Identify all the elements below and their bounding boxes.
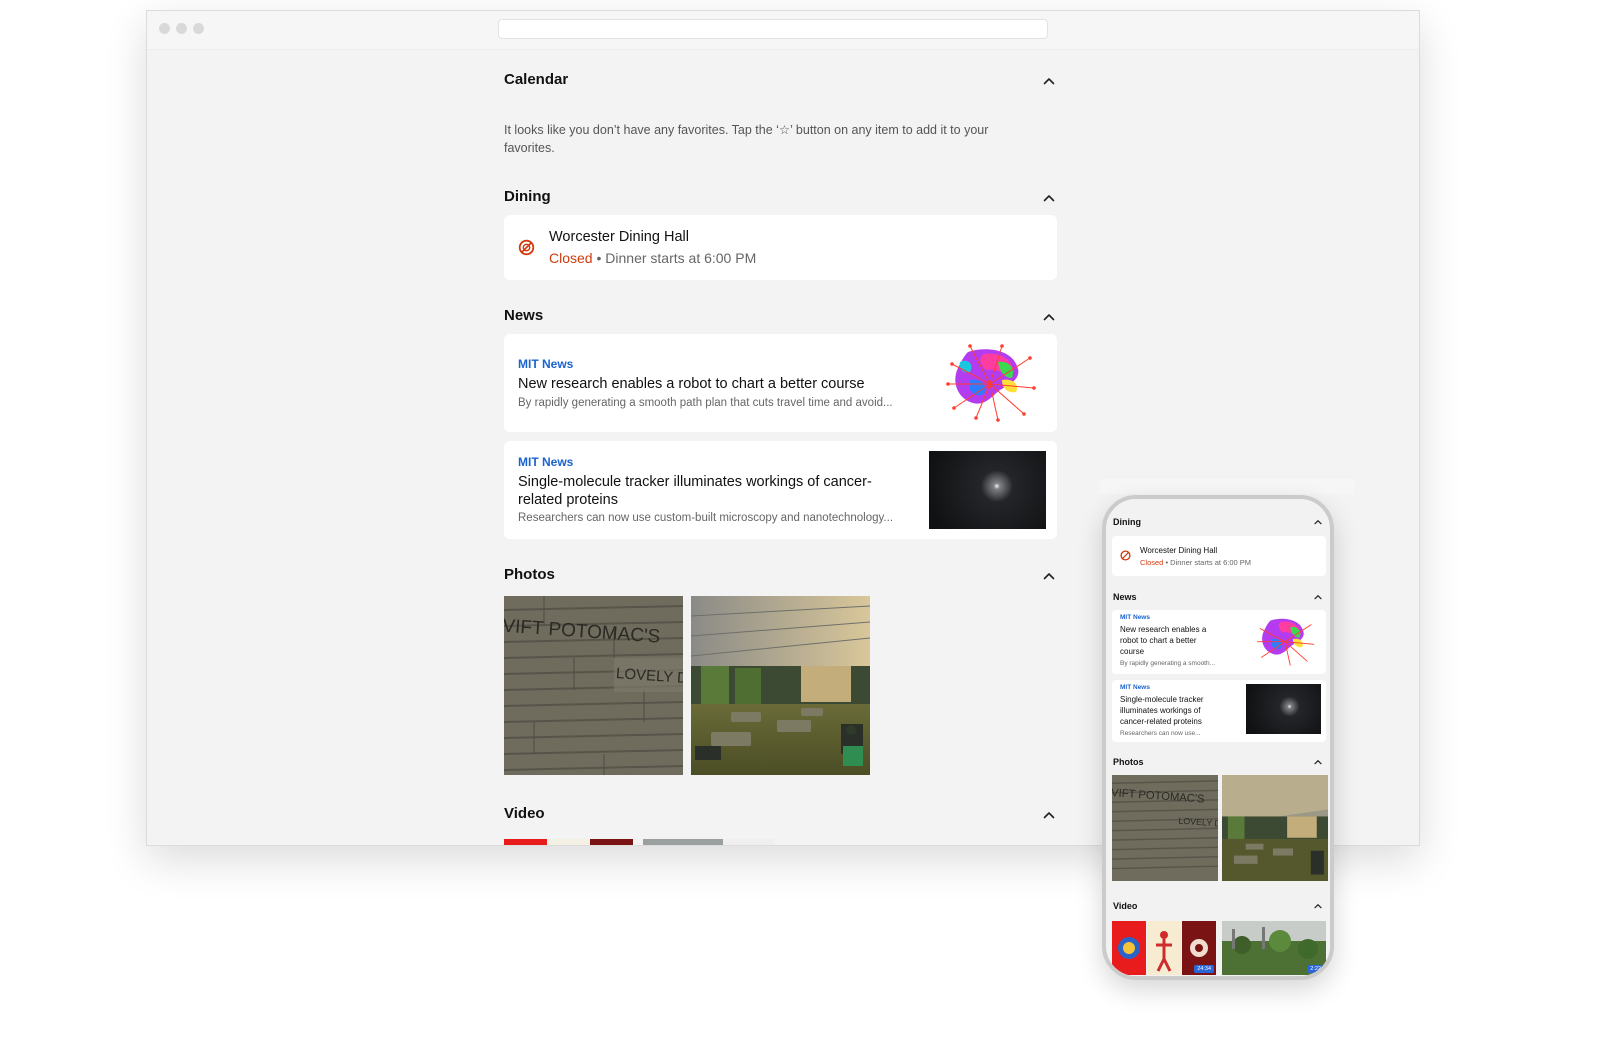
news-summary: Researchers can now use custom-built mic… xyxy=(518,512,894,524)
news-summary: By rapidly generating a smooth... xyxy=(1120,660,1216,667)
microscope-lab-thumbnail xyxy=(1246,684,1321,734)
robot-path-thumbnail xyxy=(1257,618,1315,666)
mobile-dining-title: Dining xyxy=(1113,517,1141,527)
zoom-window-dot[interactable] xyxy=(193,23,204,34)
prohibited-icon xyxy=(1120,550,1131,561)
mobile-news-title: News xyxy=(1113,592,1137,602)
news-section-title: News xyxy=(504,307,544,324)
chevron-up-icon[interactable] xyxy=(1043,192,1055,204)
chevron-up-icon[interactable] xyxy=(1314,902,1322,910)
news-source: MIT News xyxy=(1120,614,1150,621)
news-headline-line: New research enables a xyxy=(1120,625,1207,634)
window-controls xyxy=(159,23,204,34)
calendar-section-header[interactable]: Calendar xyxy=(504,71,1057,95)
news-headline: Single-molecule tracker illuminates work… xyxy=(1120,694,1232,727)
mobile-video-thumbnail[interactable]: 24:34 xyxy=(1112,921,1216,975)
news-headline-line: Single-molecule tracker xyxy=(1120,695,1204,704)
minimize-window-dot[interactable] xyxy=(176,23,187,34)
photos-section-title: Photos xyxy=(504,566,555,583)
news-headline: Single-molecule tracker illuminates work… xyxy=(518,474,872,508)
robot-path-thumbnail xyxy=(946,344,1036,422)
prohibited-icon xyxy=(518,239,535,256)
dinner-time: Dinner starts at 6:00 PM xyxy=(1170,558,1252,567)
mobile-video-thumbnail[interactable]: 2:22 xyxy=(1222,921,1326,975)
status-separator: • xyxy=(592,250,606,266)
address-bar[interactable] xyxy=(498,19,1048,39)
news-section-header[interactable]: News xyxy=(504,307,1057,331)
chevron-up-icon[interactable] xyxy=(1314,593,1322,601)
video-section-title: Video xyxy=(504,805,545,822)
chevron-up-icon[interactable] xyxy=(1043,570,1055,582)
news-item[interactable]: MIT News New research enables a robot to… xyxy=(504,334,1057,432)
dining-hall-status: Closed • Dinner starts at 6:00 PM xyxy=(549,250,756,266)
dining-section-header[interactable]: Dining xyxy=(504,188,1057,212)
video-thumbnails-strip[interactable] xyxy=(504,839,774,845)
dining-hall-name: Worcester Dining Hall xyxy=(549,229,689,245)
dining-section-title: Dining xyxy=(504,188,551,205)
chevron-up-icon[interactable] xyxy=(1314,518,1322,526)
closed-label: Closed xyxy=(1140,558,1164,567)
news-headline: New research enables a robot to chart a … xyxy=(518,376,865,392)
video-section-header[interactable]: Video xyxy=(504,805,1057,829)
news-source: MIT News xyxy=(518,455,574,469)
mobile-dining-status: Closed • Dinner starts at 6:00 PM xyxy=(1140,558,1251,567)
mobile-photos-title: Photos xyxy=(1113,757,1144,767)
closed-label: Closed xyxy=(549,250,593,266)
microscope-lab-thumbnail xyxy=(929,451,1046,529)
news-summary: By rapidly generating a smooth path plan… xyxy=(518,397,893,409)
news-headline-line: robot to chart a better xyxy=(1120,636,1197,645)
news-source: MIT News xyxy=(518,357,574,371)
video-duration-badge: 24:34 xyxy=(1194,965,1214,973)
phone-mockup: Dining Worcester Dining Hall Closed • Di… xyxy=(1102,495,1334,980)
chevron-up-icon[interactable] xyxy=(1043,809,1055,821)
mobile-dining-name: Worcester Dining Hall xyxy=(1140,546,1218,555)
lounge-interior-photo[interactable] xyxy=(1222,775,1328,881)
video-duration-badge: 2:22 xyxy=(1307,965,1324,973)
mobile-news-item[interactable]: MIT News Single-molecule tracker illumin… xyxy=(1112,680,1326,742)
dining-hall-card[interactable]: Worcester Dining Hall Closed • Dinner st… xyxy=(504,215,1057,280)
chevron-up-icon[interactable] xyxy=(1043,311,1055,323)
mobile-video-title: Video xyxy=(1113,901,1138,911)
phone-backdrop-ledge xyxy=(1100,479,1354,494)
close-window-dot[interactable] xyxy=(159,23,170,34)
news-headline-line: illuminates workings of xyxy=(1120,706,1201,715)
news-headline: New research enables a robot to chart a … xyxy=(1120,624,1232,657)
news-source: MIT News xyxy=(1120,684,1150,691)
browser-titlebar xyxy=(147,11,1419,50)
news-summary: Researchers can now use... xyxy=(1120,730,1201,737)
stone-wall-photo[interactable]: VIFT POTOMAC'S LOVELY D xyxy=(1112,775,1218,881)
news-headline-line: course xyxy=(1120,647,1145,656)
dinner-time: Dinner starts at 6:00 PM xyxy=(605,250,757,266)
lounge-interior-photo[interactable] xyxy=(691,596,870,775)
calendar-empty-message: It looks like you don’t have any favorit… xyxy=(504,123,989,155)
mobile-news-item[interactable]: MIT News New research enables a robot to… xyxy=(1112,610,1326,674)
mobile-dining-card[interactable]: Worcester Dining Hall Closed • Dinner st… xyxy=(1112,536,1326,576)
photos-section-header[interactable]: Photos xyxy=(504,566,1057,590)
chevron-up-icon[interactable] xyxy=(1314,758,1322,766)
chevron-up-icon[interactable] xyxy=(1043,75,1055,87)
calendar-section-title: Calendar xyxy=(504,71,569,88)
news-headline-line: cancer-related proteins xyxy=(1120,717,1202,726)
stone-wall-photo[interactable]: VIFT POTOMAC'S LOVELY D xyxy=(504,596,683,775)
news-item[interactable]: MIT News Single-molecule tracker illumin… xyxy=(504,441,1057,539)
